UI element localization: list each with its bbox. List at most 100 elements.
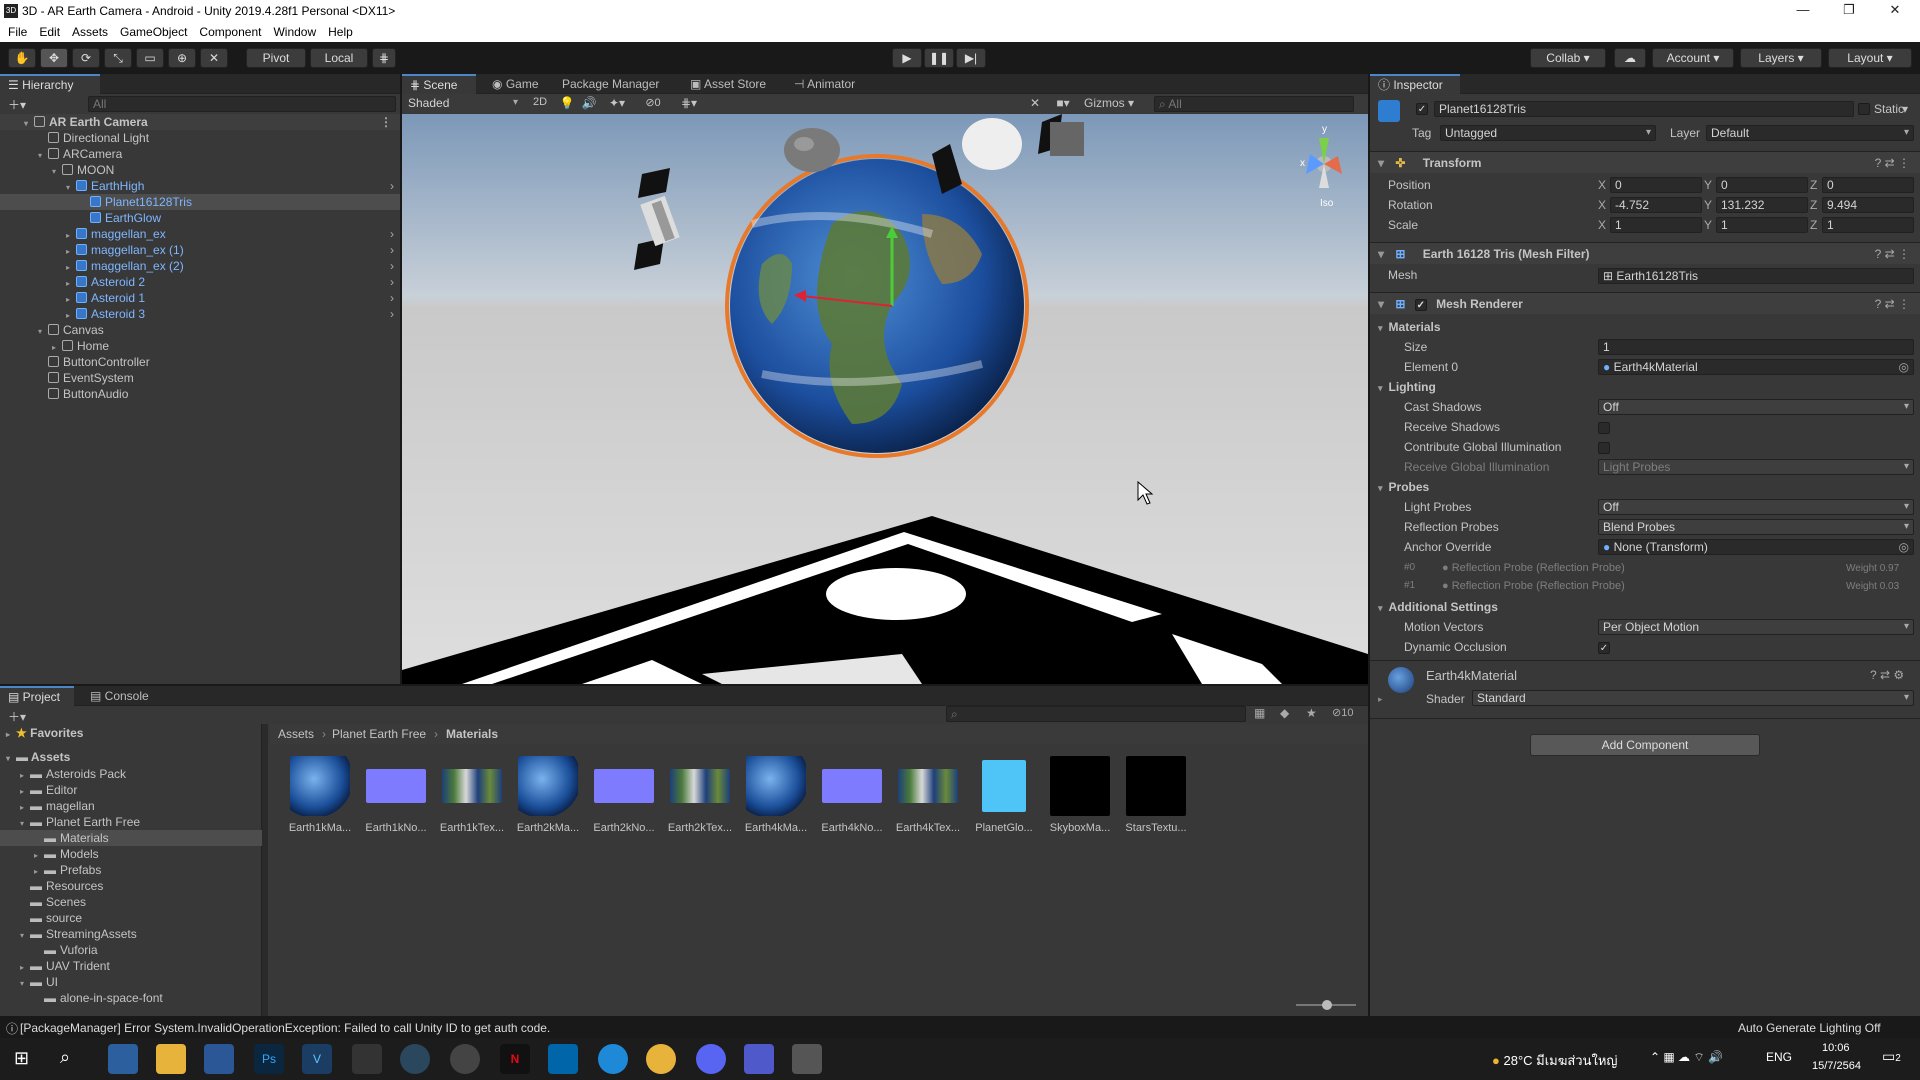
project-folder-item[interactable]: ▬ Resources	[0, 878, 262, 894]
vscode-icon[interactable]	[548, 1044, 578, 1074]
pivot-toggle[interactable]: Pivot	[246, 48, 306, 68]
asset-thumbnail[interactable]: SkyboxMa...	[1045, 756, 1115, 834]
project-folder-item[interactable]: ▬ Vuforia	[0, 942, 262, 958]
tab-console[interactable]: ▤ Console	[82, 686, 157, 706]
menu-component[interactable]: Component	[199, 25, 261, 39]
hierarchy-item[interactable]: ▸ Asteroid 3 ›	[0, 306, 400, 322]
probes-foldout[interactable]: ▾ Probes	[1378, 480, 1429, 494]
filter-type-icon[interactable]: ▦	[1254, 706, 1265, 720]
lighting-foldout[interactable]: ▾ Lighting	[1378, 380, 1436, 394]
teams-icon[interactable]	[744, 1044, 774, 1074]
tab-project[interactable]: ▤ Project	[0, 686, 74, 706]
light-probes-dropdown[interactable]: Off	[1598, 499, 1914, 515]
minimize-button[interactable]: —	[1780, 0, 1826, 22]
close-button[interactable]: ✕	[1872, 0, 1918, 22]
transform-rotation-y-input[interactable]: 131.232	[1716, 197, 1808, 213]
transform-scale-y-input[interactable]: 1	[1716, 217, 1808, 233]
scene-search-input[interactable]: ⌕ All	[1154, 96, 1354, 112]
prefab-open-icon[interactable]: ›	[390, 274, 394, 290]
rect-tool-icon[interactable]: ▭	[136, 48, 164, 68]
project-folder-item[interactable]: ▾ ▬ Planet Earth Free	[0, 814, 262, 830]
account-dropdown[interactable]: Account ▾	[1652, 48, 1734, 68]
prefab-open-icon[interactable]: ›	[390, 290, 394, 306]
hand-tool-icon[interactable]: ✋	[8, 48, 36, 68]
material-menu-icon[interactable]: ? ⇄ ⚙	[1870, 668, 1904, 682]
menu-edit[interactable]: Edit	[39, 25, 60, 39]
tab-inspector[interactable]: ⓘ Inspector	[1370, 74, 1460, 94]
audio-toggle-icon[interactable]: 🔊	[580, 96, 598, 112]
lighting-status[interactable]: Auto Generate Lighting Off	[1738, 1021, 1881, 1035]
start-icon[interactable]: ⊞	[14, 1048, 29, 1069]
discord-icon[interactable]	[696, 1044, 726, 1074]
transform-scale-z-input[interactable]: 1	[1822, 217, 1914, 233]
search-icon[interactable]: ⌕	[60, 1047, 70, 1068]
grid-toggle-icon[interactable]: ⋕▾	[672, 96, 706, 112]
obs-icon[interactable]	[450, 1044, 480, 1074]
reflection-probes-dropdown[interactable]: Blend Probes	[1598, 519, 1914, 535]
photoshop-icon[interactable]: Ps	[254, 1044, 284, 1074]
hierarchy-item[interactable]: ▸ Asteroid 2 ›	[0, 274, 400, 290]
object-name-input[interactable]: Planet16128Tris	[1434, 101, 1854, 117]
cloud-icon[interactable]: ☁	[1614, 48, 1646, 68]
scene-viewport[interactable]: y x Iso	[402, 114, 1368, 684]
prefab-open-icon[interactable]: ›	[390, 226, 394, 242]
component-menu-icon[interactable]: ? ⇄ ⋮	[1875, 152, 1910, 174]
hierarchy-item[interactable]: ButtonAudio	[0, 386, 400, 402]
static-dropdown-icon[interactable]: ▾	[1902, 102, 1908, 116]
asset-thumbnail[interactable]: Earth1kNo...	[361, 756, 431, 834]
project-folder-item[interactable]: ▸ ▬ Asteroids Pack	[0, 766, 262, 782]
collab-button[interactable]: Collab ▾	[1530, 48, 1606, 68]
transform-scale-x-input[interactable]: 1	[1610, 217, 1702, 233]
unity-taskbar-icon[interactable]	[792, 1044, 822, 1074]
hierarchy-item[interactable]: ▸ Home	[0, 338, 400, 354]
asset-thumbnail[interactable]: Earth1kMa...	[285, 756, 355, 834]
project-folder-item[interactable]: ▸ ▬ UAV Trident	[0, 958, 262, 974]
tree-scrollbar[interactable]	[262, 724, 268, 1016]
hierarchy-item[interactable]: Directional Light	[0, 130, 400, 146]
project-search-input[interactable]: ⌕	[946, 706, 1246, 722]
favorites-item[interactable]: ▸ ★ Favorites	[6, 726, 83, 740]
add-component-button[interactable]: Add Component	[1530, 734, 1760, 756]
hierarchy-item[interactable]: ButtonController	[0, 354, 400, 370]
hidden-packages-count[interactable]: ⊘10	[1332, 706, 1353, 719]
contribute-gi-checkbox[interactable]	[1598, 442, 1610, 454]
asteroid-model[interactable]	[784, 128, 840, 172]
motion-vectors-dropdown[interactable]: Per Object Motion	[1598, 619, 1914, 635]
asset-thumbnail[interactable]: Earth2kTex...	[665, 756, 735, 834]
word-icon[interactable]	[204, 1044, 234, 1074]
weather-widget[interactable]: ● 28°C มีเมฆส่วนใหญ่	[1492, 1050, 1618, 1071]
object-active-checkbox[interactable]: ✓	[1416, 103, 1428, 115]
transform-position-y-input[interactable]: 0	[1716, 177, 1808, 193]
hierarchy-item[interactable]: ▾ ARCamera	[0, 146, 400, 162]
hierarchy-item[interactable]: ▸ maggellan_ex ›	[0, 226, 400, 242]
layout-dropdown[interactable]: Layout ▾	[1828, 48, 1912, 68]
tools-icon[interactable]: ✕	[1026, 96, 1044, 112]
file-explorer-icon[interactable]	[156, 1044, 186, 1074]
effects-toggle-icon[interactable]: ✦▾	[602, 96, 632, 112]
hierarchy-item[interactable]: ▸ maggellan_ex (2) ›	[0, 258, 400, 274]
asset-thumbnail[interactable]: PlanetGlo...	[969, 756, 1039, 834]
tab-game[interactable]: ◉ Game	[484, 74, 547, 94]
language-indicator[interactable]: ENG	[1766, 1050, 1792, 1064]
project-folder-item[interactable]: ▸ ▬ Models	[0, 846, 262, 862]
static-checkbox[interactable]	[1858, 103, 1870, 115]
project-folder-item[interactable]: ▸ ▬ Editor	[0, 782, 262, 798]
toggle-2d-button[interactable]: 2D	[526, 96, 554, 112]
mesh-renderer-enabled-checkbox[interactable]: ✓	[1414, 299, 1427, 311]
hierarchy-item[interactable]: ▸ maggellan_ex (1) ›	[0, 242, 400, 258]
icon-size-slider-handle[interactable]	[1322, 1000, 1332, 1010]
tab-scene[interactable]: ⋕ Scene	[402, 74, 476, 94]
play-button[interactable]: ▶	[892, 48, 922, 68]
receive-shadows-checkbox[interactable]	[1598, 422, 1610, 434]
materials-foldout[interactable]: ▾ Materials	[1378, 320, 1441, 334]
clock-date[interactable]: 15/7/2564	[1812, 1060, 1861, 1072]
transform-tool-icon[interactable]: ⊕	[168, 48, 196, 68]
shader-dropdown[interactable]: Standard	[1472, 690, 1914, 706]
menu-gameobject[interactable]: GameObject	[120, 25, 187, 39]
project-folder-item[interactable]: ▬ source	[0, 910, 262, 926]
mesh-filter-header[interactable]: ▾ ⊞ Earth 16128 Tris (Mesh Filter) ? ⇄ ⋮	[1370, 242, 1920, 264]
tab-hierarchy[interactable]: ☰ Hierarchy	[0, 74, 100, 94]
hierarchy-item[interactable]: Planet16128Tris	[0, 194, 400, 210]
object-picker-icon[interactable]: ◎	[1899, 360, 1909, 374]
menu-window[interactable]: Window	[273, 25, 316, 39]
